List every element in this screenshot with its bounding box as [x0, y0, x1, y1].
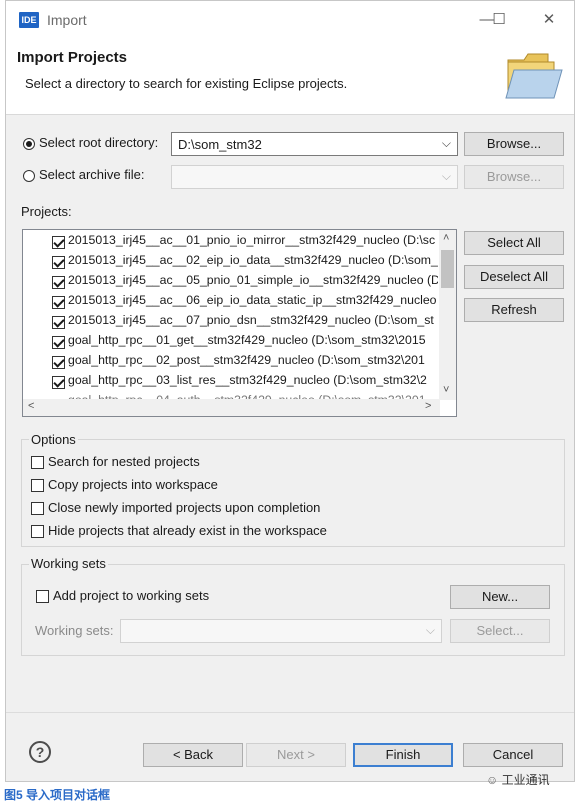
- title-bar: IDE Import — ☐ ✕: [6, 1, 574, 39]
- help-icon[interactable]: ?: [29, 741, 51, 763]
- project-checkbox[interactable]: [52, 356, 65, 369]
- add-working-sets-label: Add project to working sets: [53, 588, 210, 603]
- wizard-header: Import Projects Select a directory to se…: [6, 39, 574, 115]
- project-checkbox[interactable]: [52, 276, 65, 289]
- project-checkbox[interactable]: [52, 336, 65, 349]
- scroll-left-icon[interactable]: <: [28, 400, 34, 412]
- working-sets-field-label: Working sets:: [35, 623, 114, 638]
- maximize-icon[interactable]: ☐: [487, 10, 511, 30]
- next-button[interactable]: Next >: [246, 743, 346, 767]
- chevron-down-icon: ⌵: [441, 169, 451, 183]
- import-dialog: IDE Import — ☐ ✕ Import Projects Select …: [5, 0, 575, 782]
- new-working-set-button[interactable]: New...: [450, 585, 550, 609]
- browse-root-button[interactable]: Browse...: [464, 132, 564, 156]
- root-directory-combo[interactable]: D:\som_stm32 ⌵: [171, 132, 458, 156]
- working-sets-title: Working sets: [29, 556, 108, 571]
- page-description: Select a directory to search for existin…: [25, 76, 348, 91]
- list-item[interactable]: 2015013_irj45__ac__05_pnio_01_simple_io_…: [68, 273, 438, 293]
- root-directory-value: D:\som_stm32: [178, 137, 262, 152]
- archive-file-combo[interactable]: ⌵: [171, 165, 458, 189]
- scroll-right-icon[interactable]: >: [425, 400, 431, 412]
- archive-file-label: Select archive file:: [39, 167, 145, 182]
- chevron-down-icon: ⌵: [441, 136, 451, 150]
- projects-list[interactable]: 2015013_irj45__ac__01_pnio_io_mirror__st…: [22, 229, 457, 417]
- page-title: Import Projects: [17, 49, 128, 66]
- list-item[interactable]: 2015013_irj45__ac__07_pnio_dsn__stm32f42…: [68, 313, 438, 333]
- watermark-text: 工业通讯: [501, 773, 550, 787]
- list-item[interactable]: goal_http_rpc__01_get__stm32f429_nucleo …: [68, 333, 438, 353]
- list-item[interactable]: goal_http_rpc__03_list_res__stm32f429_nu…: [68, 373, 438, 393]
- project-checkbox[interactable]: [52, 296, 65, 309]
- watermark: ☺ 工业通讯: [486, 771, 550, 788]
- figure-caption: 图5 导入项目对话框: [4, 788, 111, 802]
- footer-divider: [6, 712, 574, 713]
- vertical-scrollbar[interactable]: ˄ ˅: [439, 230, 456, 400]
- project-checkbox[interactable]: [52, 236, 65, 249]
- working-sets-combo[interactable]: ⌵: [120, 619, 442, 643]
- ide-logo-icon: IDE: [19, 12, 39, 28]
- projects-label: Projects:: [21, 204, 72, 219]
- select-all-button[interactable]: Select All: [464, 231, 564, 255]
- list-item[interactable]: 2015013_irj45__ac__02_eip_io_data__stm32…: [68, 253, 438, 273]
- select-working-sets-button[interactable]: Select...: [450, 619, 550, 643]
- nested-projects-label: Search for nested projects: [48, 454, 200, 469]
- scroll-thumb[interactable]: [441, 250, 454, 288]
- root-directory-label: Select root directory:: [39, 135, 159, 150]
- browse-archive-button[interactable]: Browse...: [464, 165, 564, 189]
- scroll-down-icon[interactable]: ˅: [443, 384, 449, 396]
- add-working-sets-checkbox[interactable]: [36, 590, 49, 603]
- close-imported-label: Close newly imported projects upon compl…: [48, 500, 321, 515]
- list-item[interactable]: goal_http_rpc__02_post__stm32f429_nucleo…: [68, 353, 438, 373]
- folder-icon: [505, 53, 563, 99]
- chevron-down-icon: ⌵: [425, 623, 435, 637]
- hide-existing-checkbox[interactable]: [31, 525, 44, 538]
- cancel-button[interactable]: Cancel: [463, 743, 563, 767]
- finish-button[interactable]: Finish: [353, 743, 453, 767]
- options-title: Options: [29, 432, 78, 447]
- archive-file-radio[interactable]: [23, 170, 35, 182]
- window-title: Import: [47, 12, 87, 28]
- horizontal-scrollbar[interactable]: < >: [23, 399, 440, 416]
- close-icon[interactable]: ✕: [537, 10, 561, 30]
- scroll-up-icon[interactable]: ˄: [443, 232, 449, 244]
- project-checkbox[interactable]: [52, 316, 65, 329]
- root-directory-radio[interactable]: [23, 138, 35, 150]
- refresh-button[interactable]: Refresh: [464, 298, 564, 322]
- hide-existing-label: Hide projects that already exist in the …: [48, 523, 327, 538]
- copy-projects-checkbox[interactable]: [31, 479, 44, 492]
- project-checkbox[interactable]: [52, 256, 65, 269]
- deselect-all-button[interactable]: Deselect All: [464, 265, 564, 289]
- back-button[interactable]: < Back: [143, 743, 243, 767]
- list-item[interactable]: 2015013_irj45__ac__06_eip_io_data_static…: [68, 293, 438, 313]
- list-item[interactable]: 2015013_irj45__ac__01_pnio_io_mirror__st…: [68, 233, 438, 253]
- copy-projects-label: Copy projects into workspace: [48, 477, 218, 492]
- close-imported-checkbox[interactable]: [31, 502, 44, 515]
- wechat-icon: ☺: [486, 773, 499, 787]
- nested-projects-checkbox[interactable]: [31, 456, 44, 469]
- project-checkbox[interactable]: [52, 376, 65, 389]
